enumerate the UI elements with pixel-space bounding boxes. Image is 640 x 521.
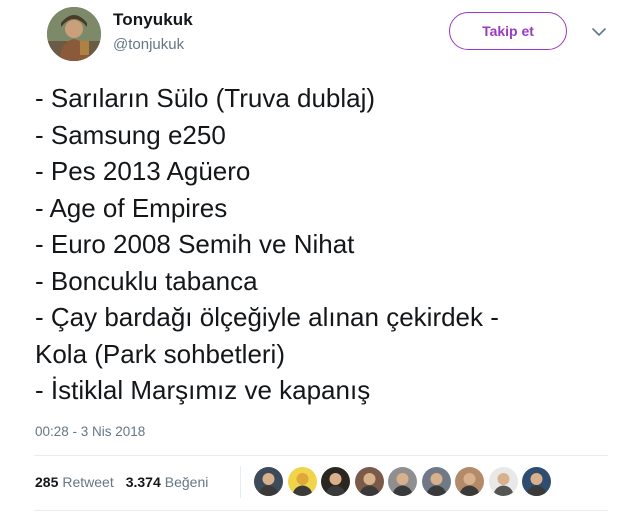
liker-avatar-image — [321, 467, 350, 496]
tweet-timestamp[interactable]: 00:28 - 3 Nis 2018 — [35, 424, 145, 439]
stats-separator — [240, 466, 241, 498]
author-handle[interactable]: @tonjukuk — [113, 36, 184, 53]
author-name[interactable]: Tonyukuk — [113, 10, 193, 30]
retweet-stat[interactable]: 285 Retweet — [35, 474, 114, 490]
tweet-line: - Age of Empires — [35, 192, 228, 223]
tweet-line: - Çay bardağı ölçeğiyle alınan çekirdek … — [35, 302, 499, 332]
liker-avatar[interactable] — [522, 467, 551, 496]
liker-avatar[interactable] — [488, 467, 518, 496]
liker-avatar-image — [522, 467, 551, 496]
retweet-count: 285 — [35, 474, 59, 490]
tweet-text: - Sarıların Sülo (Truva dublaj) - Samsun… — [35, 80, 615, 409]
like-label: Beğeni — [164, 474, 209, 490]
liker-avatar[interactable] — [421, 467, 451, 496]
liker-avatar[interactable] — [388, 467, 417, 496]
retweet-label: Retweet — [62, 474, 114, 490]
liker-avatar-image — [421, 467, 451, 496]
liker-avatar-image — [488, 467, 518, 496]
like-count: 3.374 — [125, 474, 161, 490]
tweet-line: - Euro 2008 Semih ve Nihat — [35, 229, 355, 259]
follow-button[interactable]: Takip et — [449, 12, 567, 50]
tweet-line: - Samsung e250 — [35, 119, 226, 150]
tweet-line: - Boncuklu tabanca — [35, 265, 258, 296]
liker-avatar[interactable] — [455, 467, 484, 496]
author-avatar-image — [47, 7, 101, 61]
tweet-stats: 285 Retweet 3.374 Beğeni — [35, 474, 208, 490]
likers-list — [254, 467, 556, 496]
liker-avatar[interactable] — [287, 467, 317, 496]
tweet-line: - Sarıların Sülo (Truva dublaj) — [35, 83, 376, 113]
liker-avatar[interactable] — [254, 467, 283, 496]
like-stat[interactable]: 3.374 Beğeni — [126, 474, 209, 490]
liker-avatar-image — [254, 467, 283, 496]
tweet-card: Tonyukuk @tonjukuk Takip et - Sarıların … — [0, 0, 640, 521]
divider — [34, 510, 608, 511]
tweet-line: - Pes 2013 Agüero — [35, 156, 251, 186]
liker-avatar-image — [455, 467, 484, 496]
liker-avatar[interactable] — [321, 467, 350, 496]
tweet-line: - İstiklal Marşımız ve kapanış — [35, 375, 371, 405]
liker-avatar-image — [287, 467, 317, 496]
divider — [34, 455, 608, 456]
liker-avatar[interactable] — [354, 467, 384, 496]
author-avatar[interactable] — [47, 7, 101, 61]
liker-avatar-image — [354, 467, 384, 496]
liker-avatar-image — [388, 467, 417, 496]
chevron-down-icon[interactable] — [589, 22, 609, 42]
tweet-line: Kola (Park sohbetleri) — [35, 338, 285, 369]
